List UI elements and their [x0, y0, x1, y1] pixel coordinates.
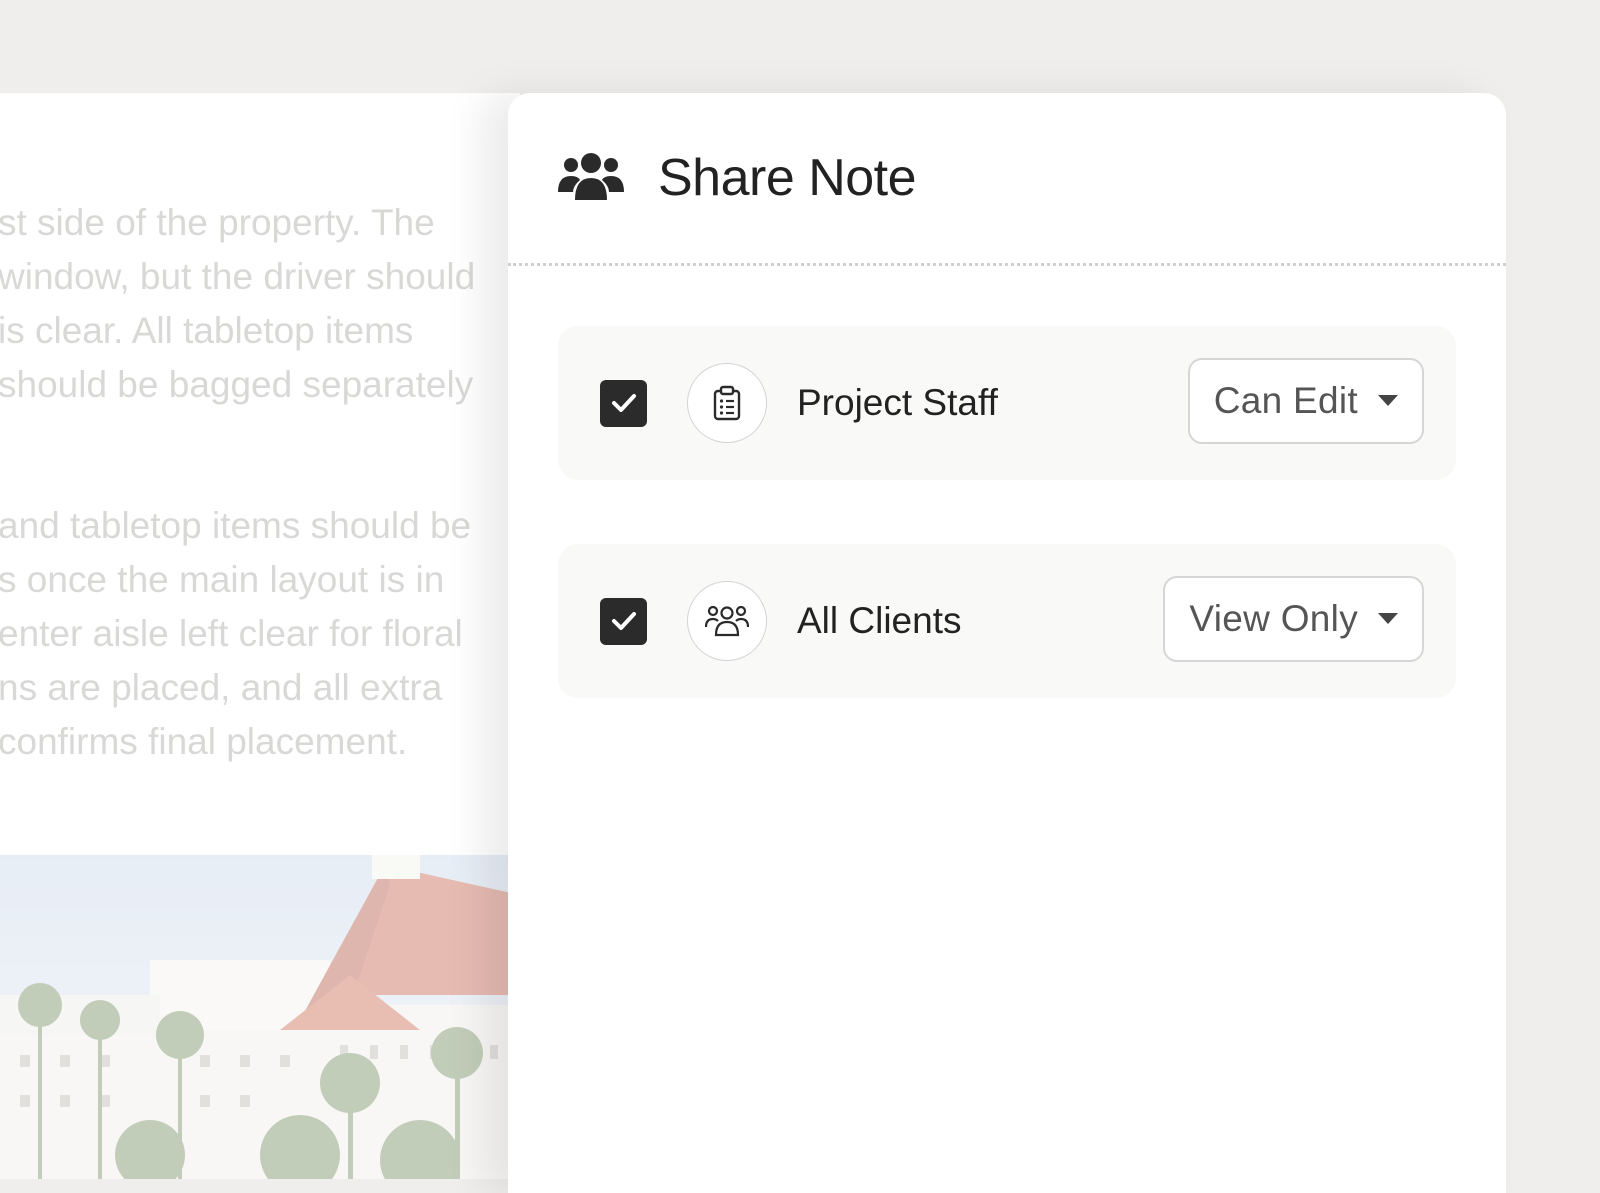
share-note-panel: Share Note Project Staff Can Edit All Cl…	[508, 93, 1506, 1193]
clipboard-list-icon	[687, 363, 767, 443]
note-line: enter aisle left clear for floral	[0, 613, 463, 654]
note-paragraph: and tabletop items should be s once the …	[0, 499, 471, 769]
hotel-photo	[0, 855, 520, 1179]
note-document: st side of the property. The window, but…	[0, 93, 520, 1179]
share-row-all-clients: All Clients View Only	[558, 544, 1456, 698]
note-line: window, but the driver should	[0, 256, 476, 297]
note-line: and tabletop items should be	[0, 505, 472, 546]
note-paragraph: st side of the property. The window, but…	[0, 196, 475, 412]
note-line: ns are placed, and all extra	[0, 667, 443, 708]
users-group-icon	[687, 581, 767, 661]
project-staff-permission-select[interactable]: Can Edit	[1187, 358, 1424, 444]
note-line: confirms final placement.	[0, 721, 408, 762]
all-clients-permission-select[interactable]: View Only	[1163, 576, 1424, 662]
panel-title: Share Note	[658, 149, 917, 207]
caret-down-icon	[1378, 613, 1398, 624]
all-clients-checkbox[interactable]	[600, 597, 647, 645]
check-icon	[611, 612, 636, 630]
project-staff-checkbox[interactable]	[600, 379, 647, 427]
note-line: s once the main layout is in	[0, 559, 445, 600]
note-line: is clear. All tabletop items	[0, 310, 414, 351]
note-line: should be bagged separately	[0, 364, 474, 405]
share-row-label: Project Staff	[797, 382, 998, 423]
caret-down-icon	[1378, 395, 1398, 406]
share-row-project-staff: Project Staff Can Edit	[558, 326, 1456, 480]
note-line: st side of the property. The	[0, 202, 435, 243]
users-icon	[558, 150, 624, 206]
check-icon	[611, 394, 636, 412]
share-list: Project Staff Can Edit All Clients View …	[508, 266, 1506, 698]
permission-value: Can Edit	[1213, 380, 1358, 421]
share-row-label: All Clients	[797, 600, 962, 641]
permission-value: View Only	[1189, 598, 1358, 639]
panel-header: Share Note	[508, 93, 1506, 266]
